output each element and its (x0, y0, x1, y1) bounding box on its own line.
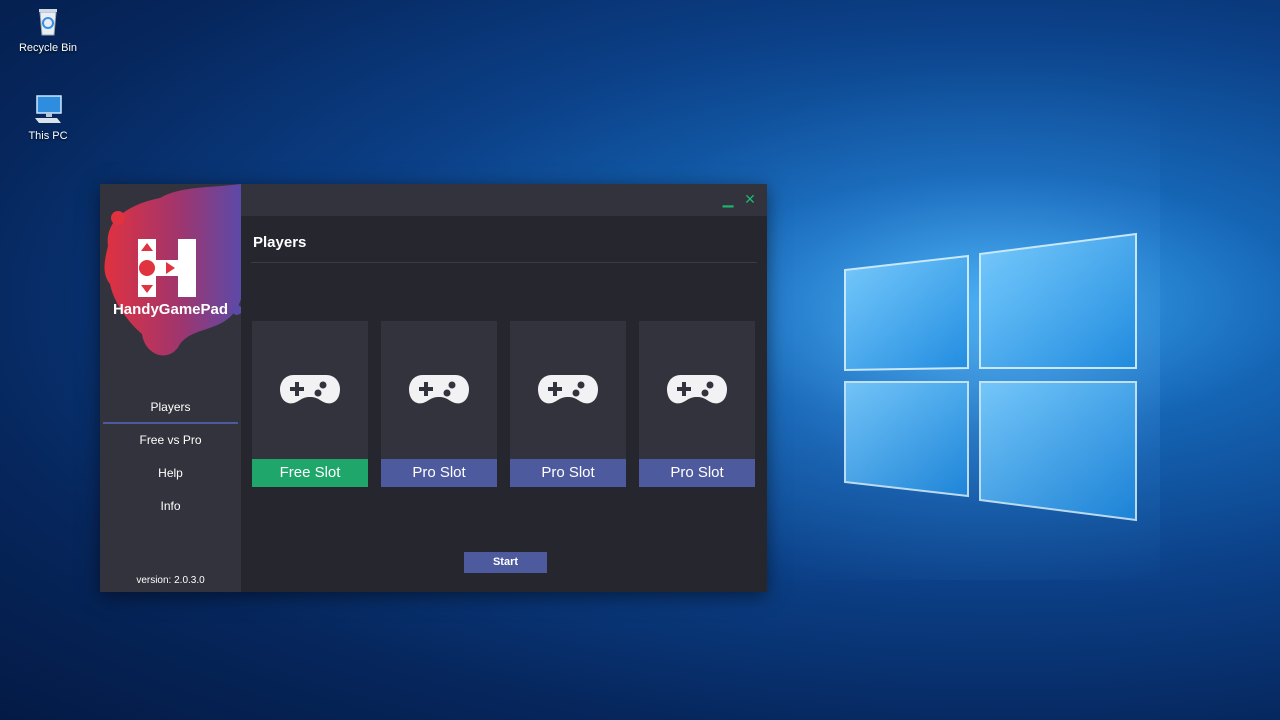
computer-icon (31, 92, 65, 126)
sidebar-item-free-vs-pro[interactable]: Free vs Pro (100, 424, 241, 457)
desktop-icon-this-pc[interactable]: This PC (8, 92, 88, 142)
gamepad-icon (409, 375, 469, 404)
brand-name: HandyGamePad (112, 301, 229, 318)
player-slot-3: Pro Slot (510, 321, 626, 487)
sidebar-nav: Players Free vs Pro Help Info (100, 391, 241, 523)
version-label: version: 2.0.3.0 (136, 575, 205, 586)
sidebar-item-help[interactable]: Help (100, 457, 241, 490)
handygamepad-window: HandyGamePad Players Free vs Pro Help In… (100, 184, 767, 592)
desktop-icon-label: Recycle Bin (18, 42, 78, 54)
sidebar-item-info[interactable]: Info (100, 490, 241, 523)
pro-slot-button[interactable]: Pro Slot (381, 459, 497, 487)
title-bar: ▁ ✕ (241, 184, 767, 216)
pro-slot-button[interactable]: Pro Slot (510, 459, 626, 487)
page-title: Players (253, 234, 307, 251)
brand-logo: HandyGamePad (100, 184, 241, 374)
player-slot-1: Free Slot (252, 321, 368, 487)
windows-logo (840, 228, 1140, 528)
sidebar-item-players[interactable]: Players (103, 391, 238, 424)
minimize-button[interactable]: ▁ (721, 192, 735, 206)
pro-slot-button[interactable]: Pro Slot (639, 459, 755, 487)
gamepad-icon (280, 375, 340, 404)
main-panel: ▁ ✕ Players Free Slot Pro Slot Pro Slot … (241, 184, 767, 592)
desktop-icon-recycle-bin[interactable]: Recycle Bin (8, 4, 88, 54)
player-slots: Free Slot Pro Slot Pro Slot Pro Slot (252, 321, 758, 489)
player-slot-2: Pro Slot (381, 321, 497, 487)
close-button[interactable]: ✕ (743, 192, 757, 206)
player-slot-4: Pro Slot (639, 321, 755, 487)
divider (251, 262, 757, 263)
sidebar: HandyGamePad Players Free vs Pro Help In… (100, 184, 241, 592)
recycle-bin-icon (31, 4, 65, 38)
desktop-icon-label: This PC (28, 130, 68, 142)
gamepad-icon (538, 375, 598, 404)
free-slot-button[interactable]: Free Slot (252, 459, 368, 487)
start-button[interactable]: Start (464, 552, 547, 573)
gamepad-icon (667, 375, 727, 404)
